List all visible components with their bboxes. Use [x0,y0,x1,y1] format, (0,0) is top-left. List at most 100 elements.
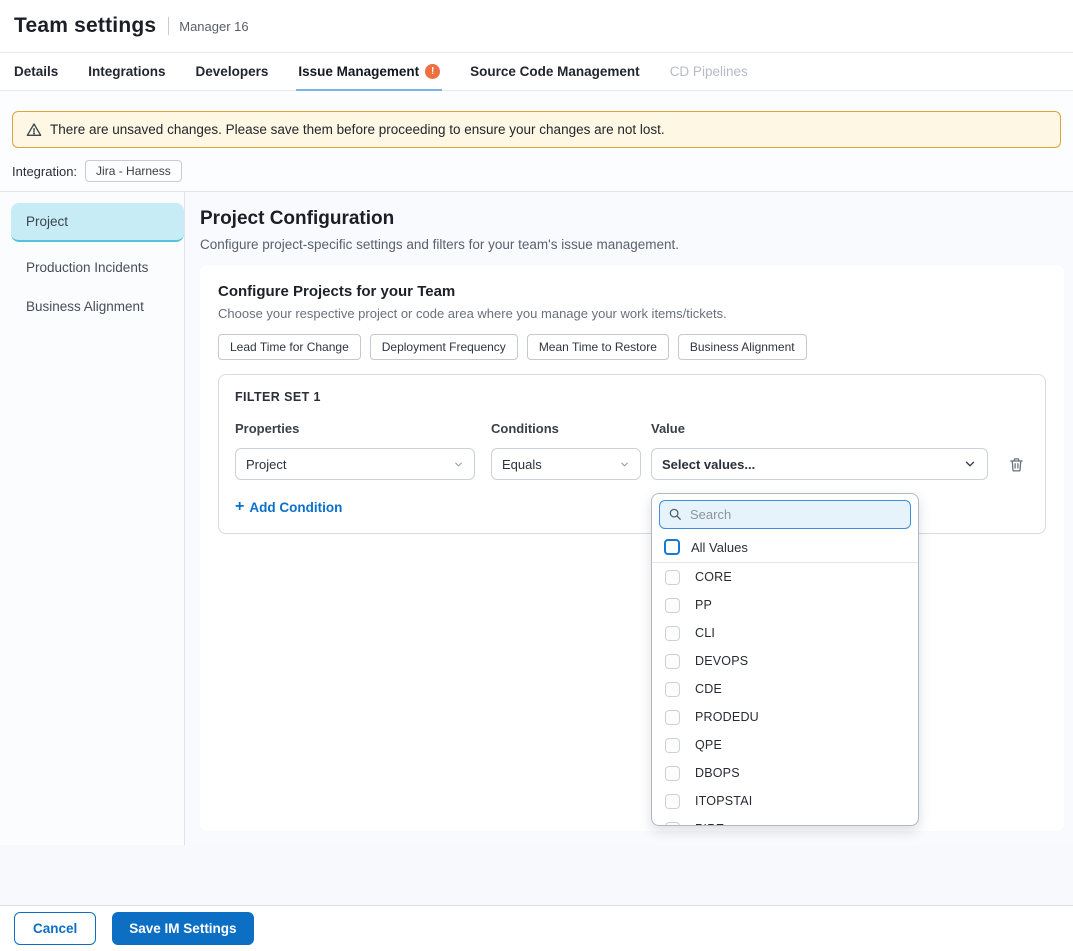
tab-label: Developers [196,64,269,79]
value-option-cli[interactable]: CLI [652,619,918,647]
team-name-label: Manager 16 [179,19,248,34]
value-option-core[interactable]: CORE [652,563,918,591]
sidebar-item-production-incidents[interactable]: Production Incidents [0,248,184,287]
option-checkbox[interactable] [665,710,680,725]
integration-row: Integration: Jira - Harness [12,160,1061,182]
option-checkbox[interactable] [665,766,680,781]
value-option-itopstai[interactable]: ITOPSTAI [652,787,918,815]
properties-column-label: Properties [235,421,475,436]
page-title: Team settings [14,14,156,38]
banner-message: There are unsaved changes. Please save t… [50,122,665,137]
dropdown-search [659,500,911,529]
value-option-qpe[interactable]: QPE [652,731,918,759]
tab-integrations[interactable]: Integrations [88,53,165,90]
sidebar-item-project[interactable]: Project [11,203,184,242]
option-label: ITOPSTAI [695,794,752,808]
page-header: Team settings Manager 16 [0,0,1073,53]
card-title: Configure Projects for your Team [218,283,1046,300]
value-option-pp[interactable]: PP [652,591,918,619]
value-options-list: CORE PP CLI DEVOPS CDE PRODEDU QPE DBOPS ITOPSTA… [652,563,918,826]
option-label: CLI [695,626,715,640]
metric-chip-mean-time-to-restore[interactable]: Mean Time to Restore [527,334,669,360]
value-option-dbops[interactable]: DBOPS [652,759,918,787]
value-column-label: Value [651,421,988,436]
tab-label: Details [14,64,58,79]
filter-row: Project Equals [235,448,1029,480]
value-select-placeholder: Select values... [662,457,755,472]
alert-badge-icon: ! [425,64,440,79]
bottom-spacer [0,845,1073,905]
option-checkbox[interactable] [665,598,680,613]
option-label: PRODEDU [695,710,759,724]
search-input[interactable] [659,500,911,529]
chevron-down-icon [963,457,977,471]
option-label: CORE [695,570,732,584]
footer-action-bar: Cancel Save IM Settings [0,905,1073,951]
metric-chip-deployment-frequency[interactable]: Deployment Frequency [370,334,518,360]
value-option-cde[interactable]: CDE [652,675,918,703]
tab-issue-management[interactable]: Issue Management! [298,53,440,90]
tab-source-code-management[interactable]: Source Code Management [470,53,640,90]
configure-projects-card: Configure Projects for your Team Choose … [200,265,1064,831]
option-label: PP [695,598,712,612]
value-option-prodedu[interactable]: PRODEDU [652,703,918,731]
chevron-down-icon [453,459,464,470]
tab-details[interactable]: Details [14,53,58,90]
filter-set-1: FILTER SET 1 Properties Conditions Value… [218,374,1046,534]
properties-select[interactable]: Project [235,448,475,480]
add-condition-button[interactable]: + Add Condition [235,499,342,515]
option-checkbox[interactable] [665,682,680,697]
option-checkbox[interactable] [665,822,680,827]
tab-label: Issue Management [298,64,419,79]
tab-developers[interactable]: Developers [196,53,269,90]
select-all-option[interactable]: All Values [652,533,918,563]
option-label: DEVOPS [695,654,748,668]
integration-chip[interactable]: Jira - Harness [85,160,182,182]
main-panel: Project Configuration Configure project-… [185,192,1073,845]
content-background: There are unsaved changes. Please save t… [0,91,1073,905]
value-select-wrapper: Select values... [651,448,988,480]
select-all-checkbox[interactable] [664,539,680,555]
conditions-select-value: Equals [502,457,542,472]
warning-icon [26,122,42,138]
metric-chip-business-alignment[interactable]: Business Alignment [678,334,807,360]
integration-label: Integration: [12,164,77,179]
option-checkbox[interactable] [665,794,680,809]
tab-bar: Details Integrations Developers Issue Manag… [0,53,1073,91]
tab-cd-pipelines[interactable]: CD Pipelines [670,53,748,90]
tab-label: CD Pipelines [670,64,748,79]
option-label: QPE [695,738,722,752]
properties-select-value: Project [246,457,286,472]
option-checkbox[interactable] [665,570,680,585]
title-divider [168,17,169,35]
section-title: Project Configuration [200,208,1064,230]
value-option-devops[interactable]: DEVOPS [652,647,918,675]
cancel-button[interactable]: Cancel [14,912,96,945]
filter-column-headers: Properties Conditions Value [235,421,1029,436]
save-im-settings-button[interactable]: Save IM Settings [112,912,253,945]
add-condition-label: Add Condition [249,500,342,515]
option-checkbox[interactable] [665,738,680,753]
option-checkbox[interactable] [665,626,680,641]
metric-chip-lead-time-for-change[interactable]: Lead Time for Change [218,334,361,360]
option-checkbox[interactable] [665,654,680,669]
unsaved-changes-banner: There are unsaved changes. Please save t… [12,111,1061,148]
value-option-pipe[interactable]: PIPE [652,815,918,826]
section-subtitle: Configure project-specific settings and … [200,237,1064,252]
metric-chips: Lead Time for Change Deployment Frequency… [218,334,1046,360]
option-label: PIPE [695,822,724,826]
conditions-column-label: Conditions [491,421,641,436]
settings-sidebar: Project Production IncidentsBusiness Alig… [0,192,185,845]
conditions-select[interactable]: Equals [491,448,641,480]
option-label: CDE [695,682,722,696]
value-select[interactable]: Select values... [651,448,988,480]
delete-filter-button[interactable] [1006,454,1027,475]
search-icon [668,507,682,521]
sidebar-item-business-alignment[interactable]: Business Alignment [0,287,184,326]
select-all-label: All Values [691,540,748,555]
option-label: DBOPS [695,766,740,780]
chevron-down-icon [619,459,630,470]
trash-icon [1008,456,1025,473]
card-subtitle: Choose your respective project or code a… [218,306,1046,321]
page: Team settings Manager 16 Details Integrat… [0,0,1073,951]
